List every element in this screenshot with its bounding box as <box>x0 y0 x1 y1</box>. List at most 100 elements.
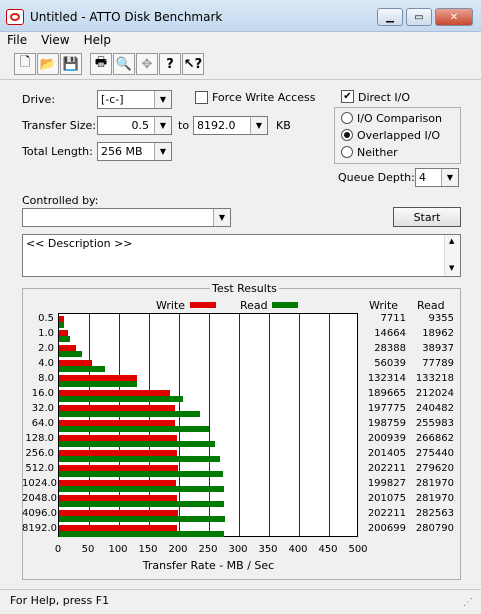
gridline <box>299 314 300 536</box>
read-value: 255983 <box>415 418 454 429</box>
help-button[interactable]: ? <box>159 53 181 75</box>
open-button[interactable]: 📂 <box>37 53 59 75</box>
direct-io-label: Direct I/O <box>358 91 411 104</box>
help-icon: ? <box>166 56 174 72</box>
neither-radio[interactable] <box>341 146 353 158</box>
maximize-button[interactable]: ▭ <box>406 8 432 26</box>
read-bar <box>59 500 225 507</box>
menu-help[interactable]: Help <box>77 32 118 50</box>
window-title: Untitled - ATTO Disk Benchmark <box>30 10 223 24</box>
read-bar <box>59 396 184 403</box>
save-button[interactable]: 💾 <box>60 53 82 75</box>
y-tick-label: 1.0 <box>38 328 54 340</box>
write-value: 202211 <box>367 507 406 519</box>
read-bar <box>59 336 71 343</box>
y-tick-label: 64.0 <box>31 418 54 429</box>
app-icon <box>6 9 24 25</box>
write-value: 200699 <box>367 522 406 534</box>
transfer-to-select[interactable]: 8192.0 ▼ <box>193 116 268 135</box>
radio-dot-icon <box>344 132 350 138</box>
io-comparison-radio[interactable] <box>341 112 353 124</box>
close-button[interactable]: ✕ <box>435 8 473 26</box>
io-comparison-label: I/O Comparison <box>357 112 442 125</box>
read-value: 275440 <box>415 447 454 459</box>
description-textarea[interactable]: << Description >> ▲ ▼ <box>22 234 461 277</box>
move-button[interactable]: ✥ <box>136 53 158 75</box>
minimize-button[interactable]: ▁ <box>377 8 403 26</box>
read-column-header: Read <box>417 299 445 312</box>
total-length-label: Total Length: <box>22 145 93 158</box>
menu-file[interactable]: File <box>0 32 34 50</box>
read-bar <box>59 515 225 522</box>
print-preview-icon: 🔍 <box>115 56 133 72</box>
chevron-down-icon: ▼ <box>250 117 267 134</box>
write-value: 201405 <box>367 447 406 459</box>
neither-label: Neither <box>357 146 398 159</box>
y-tick-label: 8.0 <box>38 373 54 385</box>
drive-value: [-c-] <box>101 93 124 106</box>
read-bar <box>59 366 105 373</box>
context-help-button[interactable]: ↖? <box>182 53 204 75</box>
x-axis-label: Transfer Rate - MB / Sec <box>142 559 275 572</box>
menu-view[interactable]: View <box>34 32 76 50</box>
x-tick-label: 300 <box>228 544 248 555</box>
new-button[interactable]: 🗋 <box>14 53 36 75</box>
read-bar <box>59 455 221 462</box>
read-value: 282563 <box>415 507 454 519</box>
legend-write-label: Write <box>156 299 186 312</box>
queue-depth-select[interactable]: 4 ▼ <box>415 168 459 187</box>
overlapped-io-label: Overlapped I/O <box>357 129 441 142</box>
y-tick-label: 32.0 <box>31 403 54 415</box>
x-tick-label: 200 <box>168 544 188 555</box>
read-value: 18962 <box>422 328 454 340</box>
overlapped-io-radio[interactable] <box>341 129 353 141</box>
y-tick-label: 256.0 <box>25 447 54 459</box>
print-preview-button[interactable]: 🔍 <box>113 53 135 75</box>
read-value: 77789 <box>422 358 454 370</box>
start-button[interactable]: Start <box>393 207 461 227</box>
gridline <box>239 314 240 536</box>
force-write-checkbox[interactable] <box>195 91 208 104</box>
read-value: 212024 <box>415 388 454 400</box>
write-value: 14664 <box>374 328 406 340</box>
read-value: 9355 <box>428 313 454 325</box>
x-tick-label: 450 <box>318 544 338 555</box>
force-write-label: Force Write Access <box>212 91 316 104</box>
x-tick-label: 150 <box>138 544 158 555</box>
write-value: 56039 <box>374 358 406 370</box>
kb-label: KB <box>276 119 291 132</box>
x-tick-label: 350 <box>258 544 278 555</box>
write-value: 197775 <box>367 403 406 415</box>
menu-bar: File View Help <box>0 32 481 50</box>
resize-grip-icon[interactable]: ⋰ <box>463 597 473 608</box>
write-value: 202211 <box>367 462 406 474</box>
x-tick-label: 100 <box>108 544 128 555</box>
read-value: 240482 <box>415 403 454 415</box>
drive-select[interactable]: [-c-] ▼ <box>97 90 172 109</box>
legend-read-swatch <box>272 302 298 308</box>
read-value: 281970 <box>415 477 454 489</box>
test-results-title: Test Results <box>210 282 279 295</box>
description-scrollbar[interactable]: ▲ ▼ <box>444 235 460 276</box>
write-value: 201075 <box>367 492 406 504</box>
transfer-from-select[interactable]: 0.5 ▼ <box>97 116 172 135</box>
y-tick-label: 128.0 <box>25 432 54 444</box>
status-text: For Help, press F1 <box>10 594 110 607</box>
write-value: 189665 <box>367 388 406 400</box>
to-label: to <box>178 119 190 132</box>
direct-io-checkbox[interactable]: ✔ <box>341 90 354 103</box>
total-length-select[interactable]: 256 MB ▼ <box>97 142 172 161</box>
y-tick-label: 0.5 <box>38 313 54 325</box>
y-tick-label: 512.0 <box>25 462 54 474</box>
print-button[interactable]: 🖶 <box>90 53 112 75</box>
description-text: << Description >> <box>26 237 133 250</box>
write-value: 132314 <box>367 373 406 385</box>
scroll-down-icon: ▼ <box>449 264 455 272</box>
read-bar <box>59 381 138 388</box>
read-bar <box>59 426 209 433</box>
read-value: 266862 <box>415 432 454 444</box>
open-icon: 📂 <box>39 56 57 72</box>
read-value: 279620 <box>415 462 454 474</box>
controlled-by-select[interactable]: ▼ <box>22 208 231 227</box>
chevron-down-icon: ▼ <box>213 209 230 226</box>
